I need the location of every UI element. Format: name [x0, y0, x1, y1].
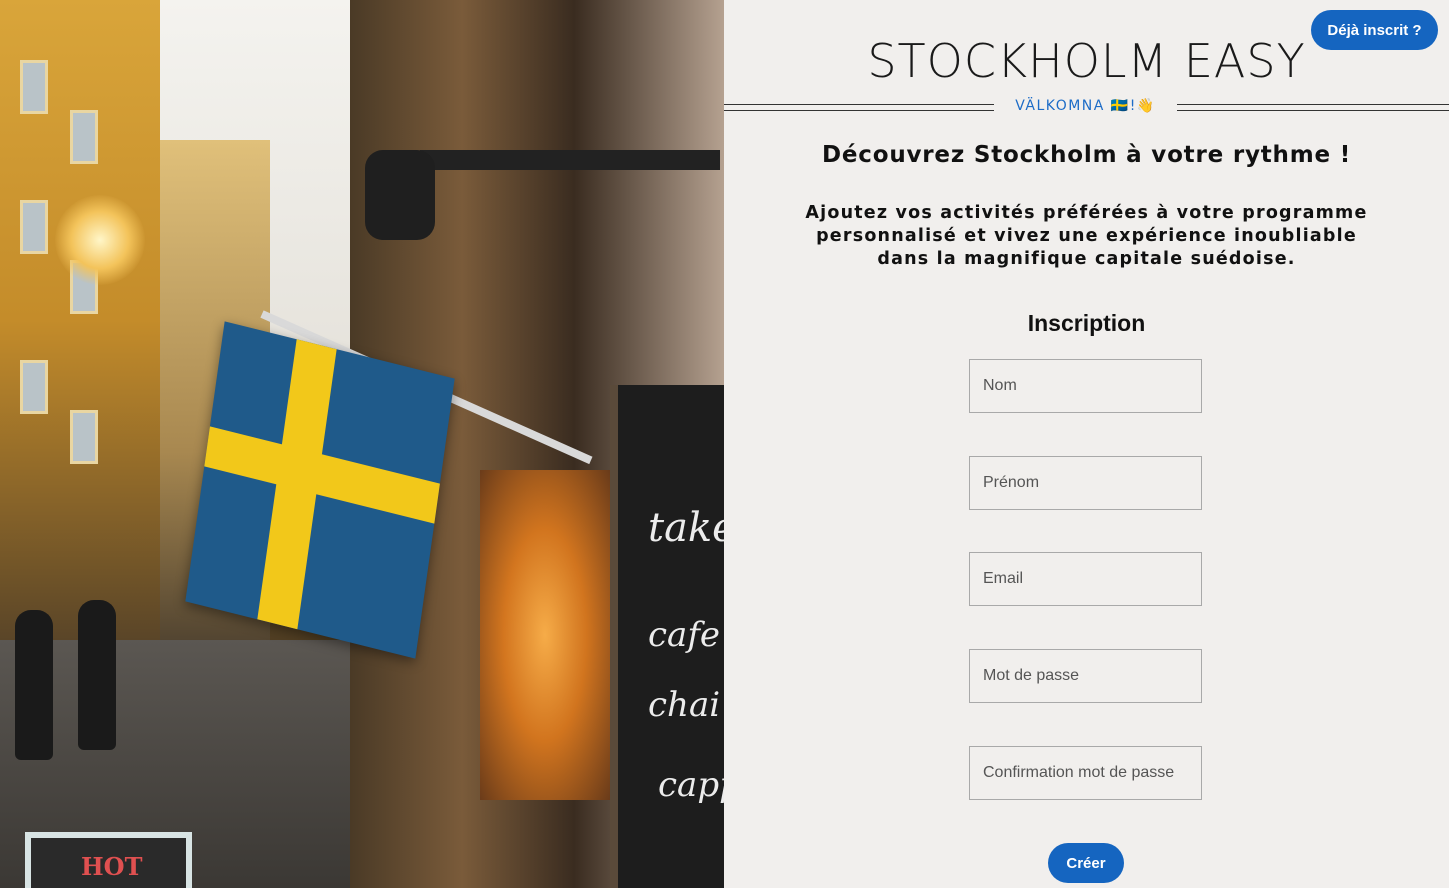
first-name-input[interactable]: [969, 456, 1202, 510]
divider-line-right: [1177, 104, 1449, 111]
building-left: [0, 0, 160, 640]
hero-photo-stockholm-street: take cafe chai cappu HOT: [0, 0, 724, 888]
chalkboard-sign: take cafe chai cappu: [610, 385, 724, 888]
signup-title: Inscription: [1027, 310, 1146, 336]
email-input[interactable]: [969, 552, 1202, 606]
chalkboard-word: chai: [648, 685, 721, 725]
hot-sign: HOT: [25, 832, 192, 888]
christmas-star-light: [55, 195, 145, 285]
hot-sign-text: HOT: [81, 852, 143, 881]
pedestrian: [15, 610, 53, 760]
window: [20, 60, 48, 114]
title-divider: VÄLKOMNA 🇸🇪!👋: [724, 96, 1449, 120]
chalkboard-word: cafe: [648, 615, 721, 655]
chalkboard-word: cappu: [658, 765, 724, 805]
window: [20, 360, 48, 414]
hero-intro: Ajoutez vos activités préférées à votre …: [805, 203, 1368, 269]
password-input[interactable]: [969, 649, 1202, 703]
divider-line-left: [724, 104, 994, 111]
hero-headline: Découvrez Stockholm à votre rythme !: [822, 142, 1351, 168]
swedish-flag: [185, 321, 455, 659]
create-account-button[interactable]: Créer: [1048, 843, 1124, 883]
welcome-text: VÄLKOMNA 🇸🇪!👋: [1015, 98, 1156, 114]
lamp-bracket: [420, 150, 720, 170]
password-confirm-input[interactable]: [969, 746, 1202, 800]
window: [20, 200, 48, 254]
name-input[interactable]: [969, 359, 1202, 413]
street-lamp: [365, 150, 435, 240]
shop-window-glow: [480, 470, 610, 800]
chalkboard-word: take: [648, 505, 724, 551]
window: [70, 110, 98, 164]
signup-panel: Déjà inscrit ? STOCKHOLM EASY VÄLKOMNA 🇸…: [724, 0, 1449, 888]
window: [70, 410, 98, 464]
pedestrian: [78, 600, 116, 750]
site-title: STOCKHOLM EASY: [867, 34, 1306, 88]
